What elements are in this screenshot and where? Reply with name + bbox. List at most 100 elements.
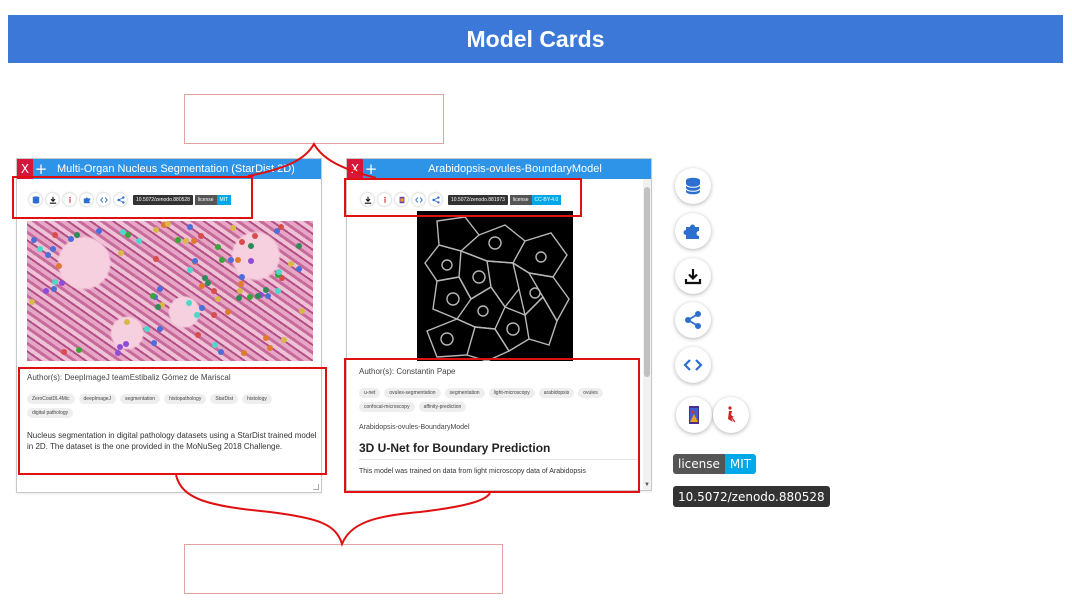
nucleus-dot [153, 227, 160, 234]
nucleus-dot [238, 281, 245, 288]
nucleus-dot [194, 332, 201, 339]
highlight-body-card2 [344, 358, 640, 493]
nucleus-dot [215, 296, 222, 303]
nucleus-dot [193, 312, 200, 319]
highlight-toolbar-card2 [344, 178, 582, 217]
nucleus-dot [267, 345, 274, 352]
nucleus-dot [212, 342, 219, 349]
nucleus-dot [156, 285, 163, 292]
scrollbar[interactable]: ▼ [643, 179, 651, 490]
nucleus-dot [164, 221, 171, 228]
license-value: MIT [724, 454, 757, 474]
nucleus-dot [199, 282, 206, 289]
code-icon[interactable] [675, 347, 711, 383]
highlight-body-card1 [18, 367, 327, 475]
nucleus-dot [117, 249, 124, 256]
nucleus-dot [155, 304, 162, 311]
nucleus-dot [199, 305, 206, 312]
download-icon[interactable] [675, 258, 711, 294]
add-button[interactable]: + [363, 159, 379, 179]
nucleus-dot [44, 251, 51, 258]
cell-boundary-graphic [424, 216, 570, 361]
highlight-toolbar-card1 [12, 176, 253, 219]
ilastik-icon[interactable] [713, 397, 749, 433]
nucleus-dot [157, 325, 164, 332]
license-badge[interactable]: license MIT [673, 454, 757, 474]
nucleus-dot [174, 237, 181, 244]
close-button[interactable]: X [347, 159, 363, 179]
nucleus-dot [119, 229, 126, 236]
imagej-icon[interactable] [676, 397, 712, 433]
page-title: Model Cards [466, 25, 605, 52]
nucleus-dot [235, 257, 242, 264]
nucleus-dot [186, 223, 193, 230]
card-title: Arabidopsis-ovules-BoundaryModel [428, 163, 602, 175]
nucleus-dot [123, 340, 130, 347]
puzzle-icon[interactable] [675, 213, 711, 249]
nucleus-dot [191, 237, 198, 244]
nucleus-dot [215, 243, 222, 250]
nucleus-dot [217, 348, 224, 355]
nucleus-dot [236, 295, 243, 302]
nucleus-dot [60, 349, 67, 356]
nucleus-dot [59, 280, 66, 287]
nucleus-dot [238, 274, 245, 281]
nucleus-dot [237, 288, 244, 295]
nucleus-dot [50, 245, 57, 252]
nucleus-dot [296, 265, 303, 272]
callout-box-bottom [184, 544, 503, 594]
nucleus-dot [116, 344, 123, 351]
nucleus-dot [136, 238, 143, 245]
cover-image-histology [27, 221, 313, 361]
nucleus-dot [280, 337, 287, 344]
nucleus-dot [30, 237, 37, 244]
nucleus-dot [50, 285, 57, 292]
nucleus-dot [241, 350, 248, 357]
nucleus-dot [115, 349, 122, 356]
callout-box-top [184, 94, 444, 144]
nucleus-dot [274, 227, 281, 234]
nucleus-dot [265, 292, 272, 299]
nucleus-dot [211, 311, 218, 318]
resize-handle[interactable] [313, 484, 319, 490]
nucleus-dot [276, 268, 283, 275]
scrollbar-thumb[interactable] [644, 187, 650, 377]
database-icon[interactable] [675, 168, 711, 204]
figure-canvas: Model Cards X + Multi-Organ Nucleus Segm… [0, 0, 1072, 614]
nucleus-dot [144, 325, 151, 332]
nucleus-dot [153, 256, 160, 263]
nucleus-dot [251, 232, 258, 239]
nucleus-dot [150, 340, 157, 347]
nucleus-dot [248, 243, 255, 250]
nucleus-dot [51, 278, 58, 285]
nucleus-dot [299, 308, 306, 315]
nucleus-dot [247, 294, 254, 301]
nucleus-dot [68, 236, 75, 243]
nucleus-dot [255, 293, 262, 300]
page-header: Model Cards [8, 15, 1063, 63]
nucleus-dot [74, 231, 81, 238]
nucleus-dot [227, 256, 234, 263]
doi-value: 10.5072/zenodo.880528 [678, 489, 825, 504]
nucleus-dot [229, 224, 236, 231]
nucleus-dot [275, 287, 282, 294]
doi-badge[interactable]: 10.5072/zenodo.880528 [673, 486, 830, 507]
share-icon[interactable] [675, 302, 711, 338]
cover-image-ovules [417, 211, 573, 361]
nucleus-dot [219, 256, 226, 263]
nucleus-dot [197, 232, 204, 239]
nucleus-dot [204, 279, 211, 286]
nucleus-dot [182, 237, 189, 244]
card-title-bar: X + Arabidopsis-ovules-BoundaryModel [347, 159, 651, 179]
nucleus-dot [248, 258, 255, 265]
nucleus-dot [76, 346, 83, 353]
nucleus-dot [187, 267, 194, 274]
nucleus-dot [36, 245, 43, 252]
nucleus-dot [55, 262, 62, 269]
nucleus-dot [96, 227, 103, 234]
nucleus-dot [287, 261, 294, 268]
nucleus-dot [262, 334, 269, 341]
nucleus-dot [191, 257, 198, 264]
scroll-down-icon[interactable]: ▼ [644, 482, 650, 488]
nucleus-dot [211, 287, 218, 294]
